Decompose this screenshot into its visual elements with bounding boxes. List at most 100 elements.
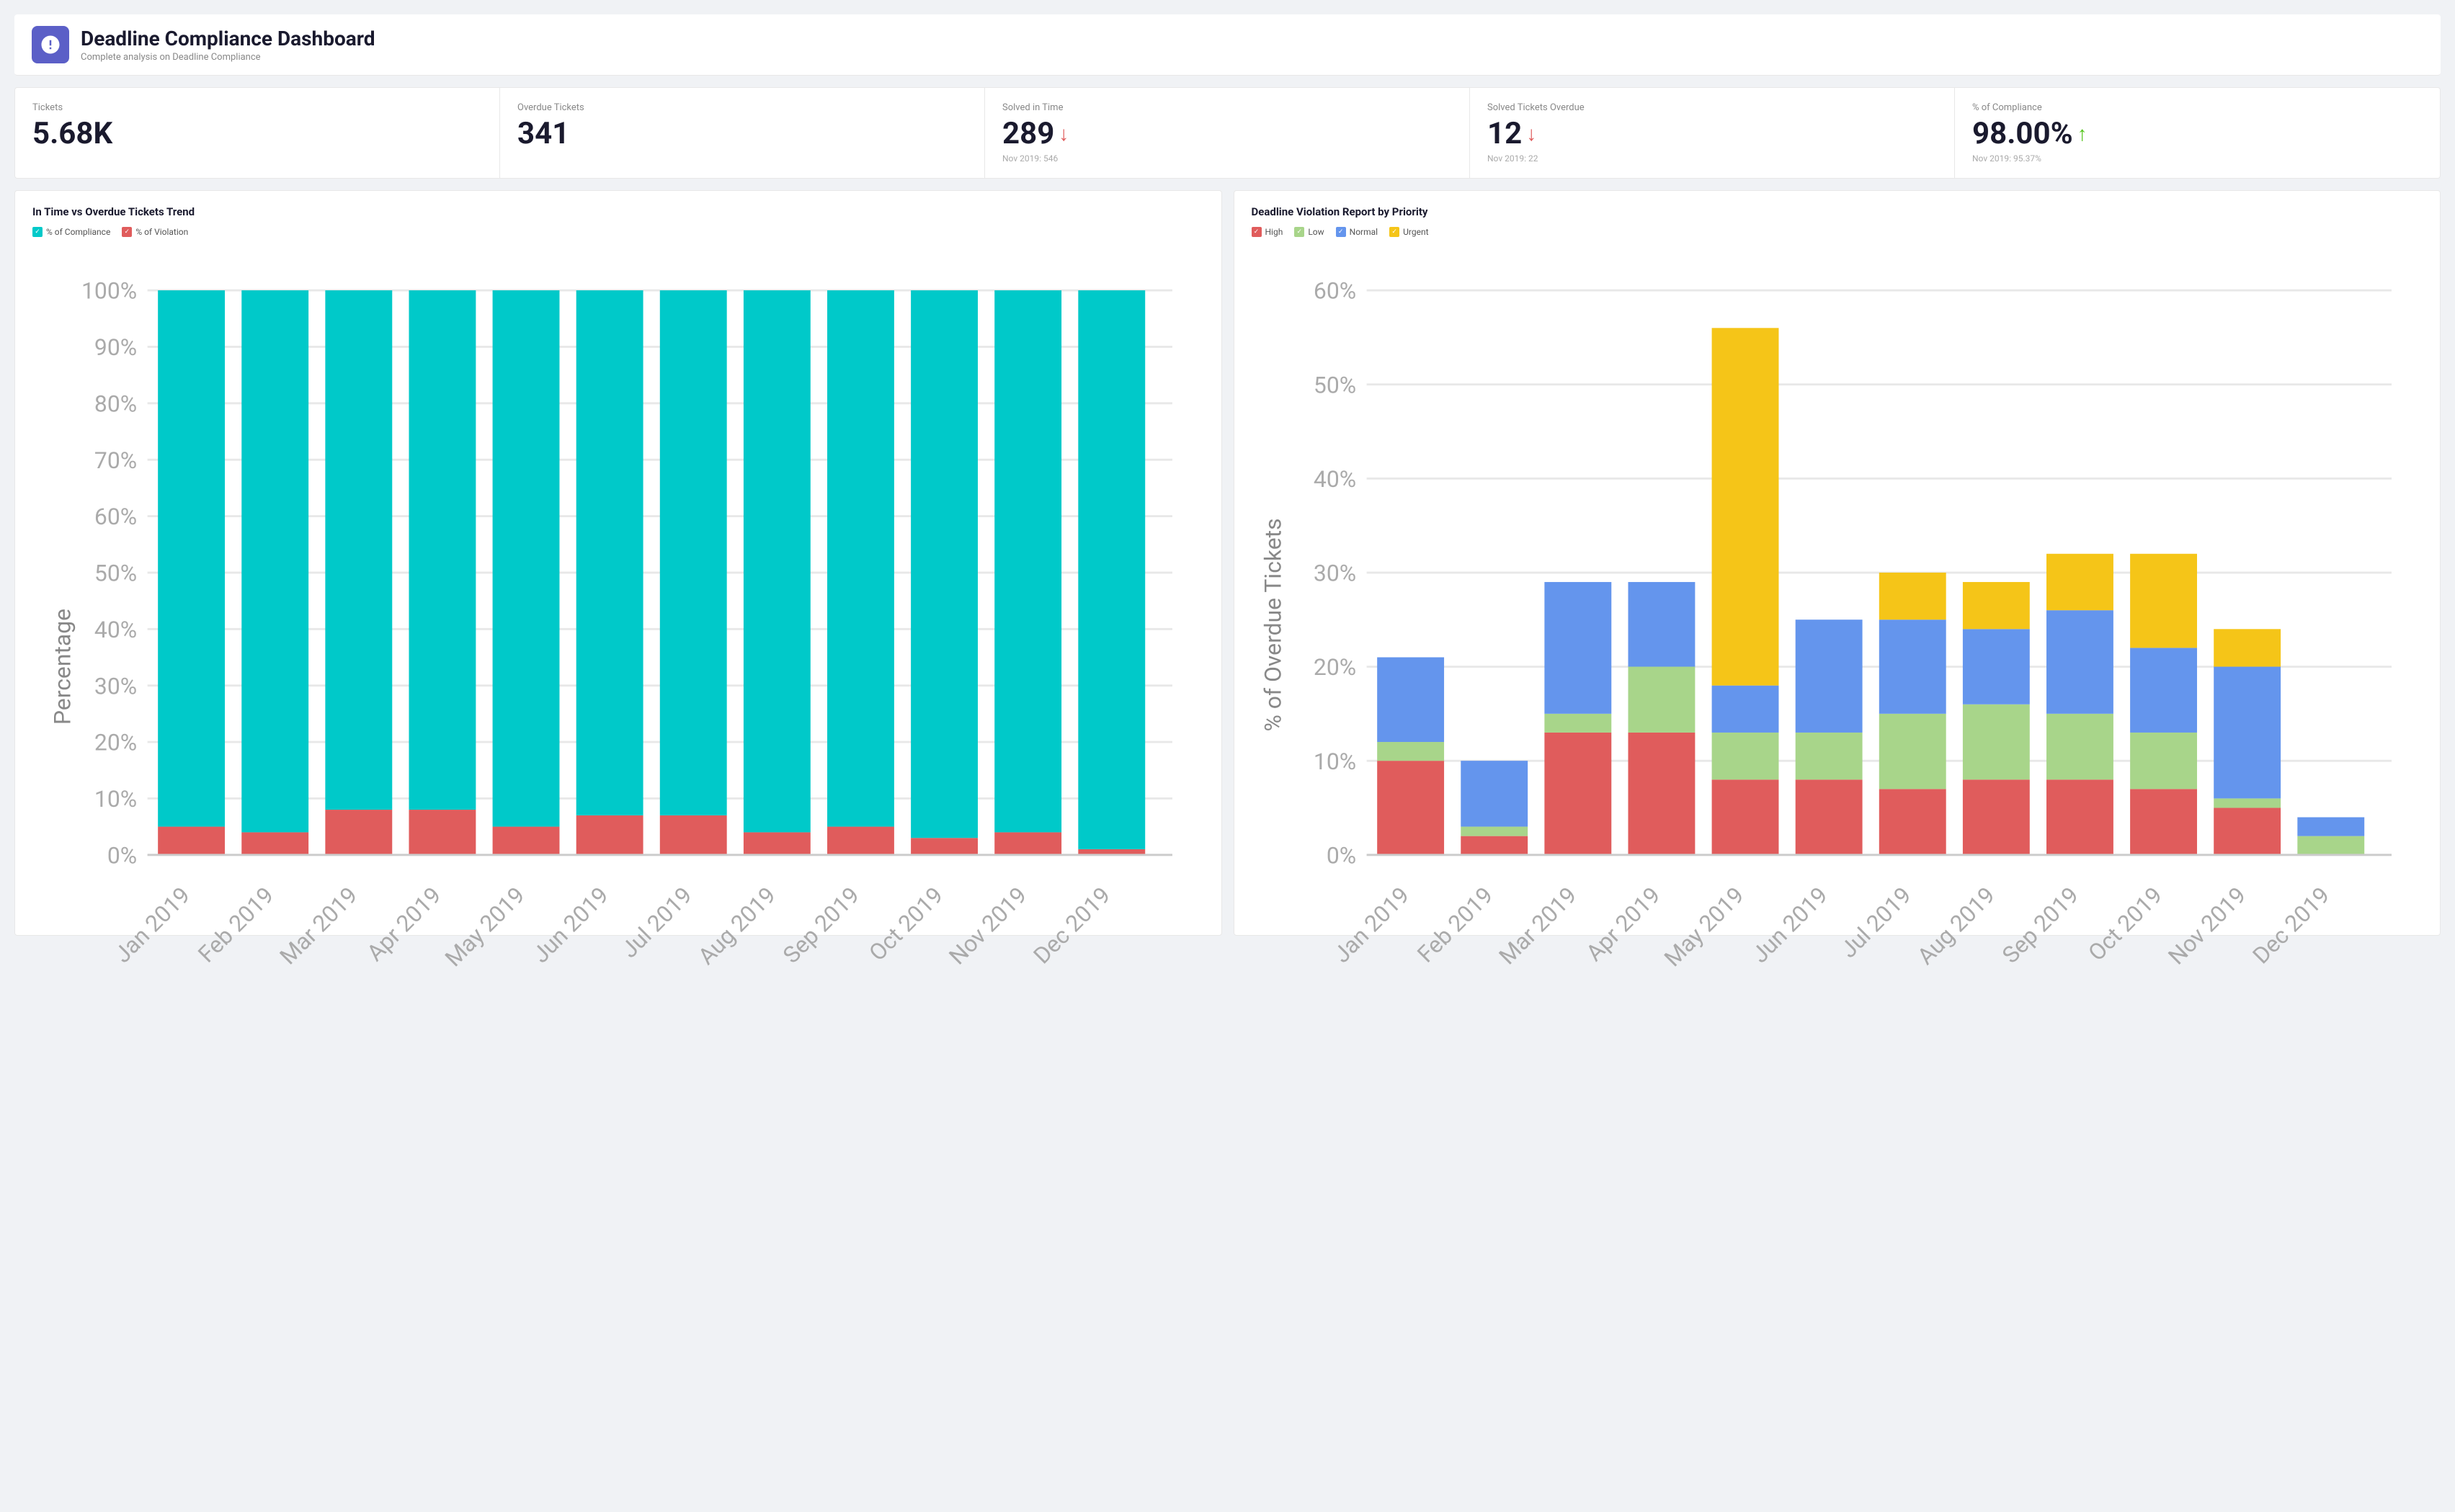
chart1-y-label: Percentage	[48, 609, 76, 725]
kpi-compliance-value: 98.00% ↑	[1972, 119, 2423, 149]
legend-normal-label: Normal	[1350, 227, 1378, 237]
chart2-legend: ✓ High ✓ Low ✓ Normal ✓ Urgent	[1252, 227, 2423, 237]
svg-text:10%: 10%	[1313, 748, 1355, 775]
bar2-may-urgent	[1711, 328, 1778, 685]
bar2-may-high	[1711, 779, 1778, 854]
bar2-mar-normal	[1544, 582, 1611, 714]
bar2-sep-low	[2046, 714, 2113, 779]
svg-text:60%: 60%	[1313, 277, 1355, 305]
bar-jun-violation	[576, 815, 643, 855]
svg-text:30%: 30%	[94, 672, 137, 699]
legend-low-icon: ✓	[1294, 227, 1304, 237]
kpi-solved-time-arrow: ↓	[1059, 124, 1069, 144]
svg-text:Jan 2019: Jan 2019	[1327, 882, 1414, 968]
chart1-svg: Percentage	[32, 249, 1204, 918]
svg-text:0%: 0%	[107, 841, 137, 869]
bar-apr-compliance	[409, 290, 476, 810]
kpi-compliance-arrow: ↑	[2077, 124, 2088, 144]
bar2-jan-normal	[1377, 657, 1444, 742]
kpi-tickets-value: 5.68K	[32, 119, 482, 149]
bar-may-violation	[493, 827, 560, 855]
bar2-oct-normal	[2130, 648, 2197, 733]
chart1-legend: ✓ % of Compliance ✓ % of Violation	[32, 227, 1204, 237]
bar2-nov-low	[2214, 798, 2281, 808]
svg-text:Apr 2019: Apr 2019	[1580, 882, 1665, 967]
chart2-x-labels: Jan 2019 Feb 2019 Mar 2019 Apr 2019 May …	[1327, 882, 2335, 972]
chart2-card: Deadline Violation Report by Priority ✓ …	[1234, 190, 2441, 936]
bar-oct-violation	[911, 838, 978, 855]
svg-text:Oct 2019: Oct 2019	[863, 882, 948, 967]
svg-text:Jul 2019: Jul 2019	[1835, 882, 1917, 964]
bar2-feb-normal	[1461, 761, 1528, 826]
legend-urgent: ✓ Urgent	[1389, 227, 1428, 237]
svg-text:Jul 2019: Jul 2019	[615, 882, 698, 964]
bar-jan-compliance	[158, 290, 225, 827]
kpi-solved-time-value: 289 ↓	[1002, 119, 1452, 149]
chart2-y-label: % of Overdue Tickets	[1259, 518, 1286, 731]
svg-text:0%: 0%	[1326, 841, 1355, 869]
bar-sep-compliance	[827, 290, 894, 827]
svg-text:Oct 2019: Oct 2019	[2082, 882, 2167, 967]
bar-jun-compliance	[576, 290, 643, 815]
bar-nov-compliance	[994, 290, 1061, 832]
legend-urgent-icon: ✓	[1389, 227, 1399, 237]
svg-text:Feb 2019: Feb 2019	[1412, 882, 1498, 968]
svg-text:80%: 80%	[94, 390, 137, 417]
svg-text:Aug 2019: Aug 2019	[1912, 882, 2000, 970]
svg-text:50%: 50%	[1313, 371, 1355, 398]
bar-may-compliance	[493, 290, 560, 827]
bar-dec-compliance	[1078, 290, 1145, 849]
legend-compliance-label: % of Compliance	[46, 227, 110, 237]
bar2-jun-low	[1795, 733, 1862, 779]
bar2-nov-high	[2214, 808, 2281, 854]
svg-text:50%: 50%	[94, 560, 137, 587]
svg-text:Aug 2019: Aug 2019	[692, 882, 781, 970]
bar2-nov-urgent	[2214, 629, 2281, 666]
kpi-compliance: % of Compliance 98.00% ↑ Nov 2019: 95.37…	[1955, 88, 2440, 178]
kpi-compliance-sub: Nov 2019: 95.37%	[1972, 153, 2423, 164]
bar-sep-violation	[827, 827, 894, 855]
bar2-apr-high	[1628, 733, 1695, 855]
header: Deadline Compliance Dashboard Complete a…	[14, 14, 2441, 76]
chart2-title: Deadline Violation Report by Priority	[1252, 205, 2423, 218]
bar2-jul-high	[1879, 789, 1946, 854]
chart1-x-labels: Jan 2019 Feb 2019 Mar 2019 Apr 2019 May …	[109, 882, 1116, 972]
bar2-oct-low	[2130, 733, 2197, 789]
svg-text:Dec 2019: Dec 2019	[2247, 882, 2335, 970]
svg-text:May 2019: May 2019	[1659, 882, 1750, 972]
bar2-jan-low	[1377, 742, 1444, 761]
legend-high: ✓ High	[1252, 227, 1283, 237]
svg-text:Nov 2019: Nov 2019	[2162, 882, 2251, 970]
kpi-tickets-label: Tickets	[32, 102, 482, 113]
legend-urgent-label: Urgent	[1403, 227, 1428, 237]
svg-text:May 2019: May 2019	[440, 882, 530, 972]
legend-compliance-icon: ✓	[32, 227, 43, 237]
bar-apr-violation	[409, 810, 476, 855]
kpi-solved-overdue-value: 12 ↓	[1487, 119, 1937, 149]
kpi-tickets: Tickets 5.68K	[15, 88, 500, 178]
bar2-jul-low	[1879, 714, 1946, 789]
legend-high-label: High	[1265, 227, 1283, 237]
svg-text:Dec 2019: Dec 2019	[1028, 882, 1116, 970]
bar-jul-violation	[660, 815, 727, 855]
charts-row: In Time vs Overdue Tickets Trend ✓ % of …	[14, 190, 2441, 936]
bar-nov-violation	[994, 832, 1061, 854]
bar2-oct-urgent	[2130, 554, 2197, 648]
svg-text:Jan 2019: Jan 2019	[109, 882, 195, 968]
kpi-overdue-value: 341	[517, 119, 967, 149]
svg-text:40%: 40%	[1313, 465, 1355, 493]
svg-text:30%: 30%	[1313, 560, 1355, 587]
svg-text:60%: 60%	[94, 503, 137, 530]
kpi-compliance-label: % of Compliance	[1972, 102, 2423, 113]
kpi-solved-time: Solved in Time 289 ↓ Nov 2019: 546	[985, 88, 1470, 178]
svg-text:Mar 2019: Mar 2019	[1493, 882, 1582, 970]
bar2-feb-high	[1461, 836, 1528, 855]
header-text: Deadline Compliance Dashboard Complete a…	[81, 27, 375, 63]
bar2-feb-low	[1461, 827, 1528, 836]
svg-text:Mar 2019: Mar 2019	[275, 882, 363, 970]
kpi-solved-overdue-arrow: ↓	[1526, 124, 1536, 144]
bar2-sep-high	[2046, 779, 2113, 854]
legend-compliance: ✓ % of Compliance	[32, 227, 110, 237]
svg-text:Jun 2019: Jun 2019	[1746, 882, 1833, 969]
svg-text:Feb 2019: Feb 2019	[192, 882, 279, 968]
